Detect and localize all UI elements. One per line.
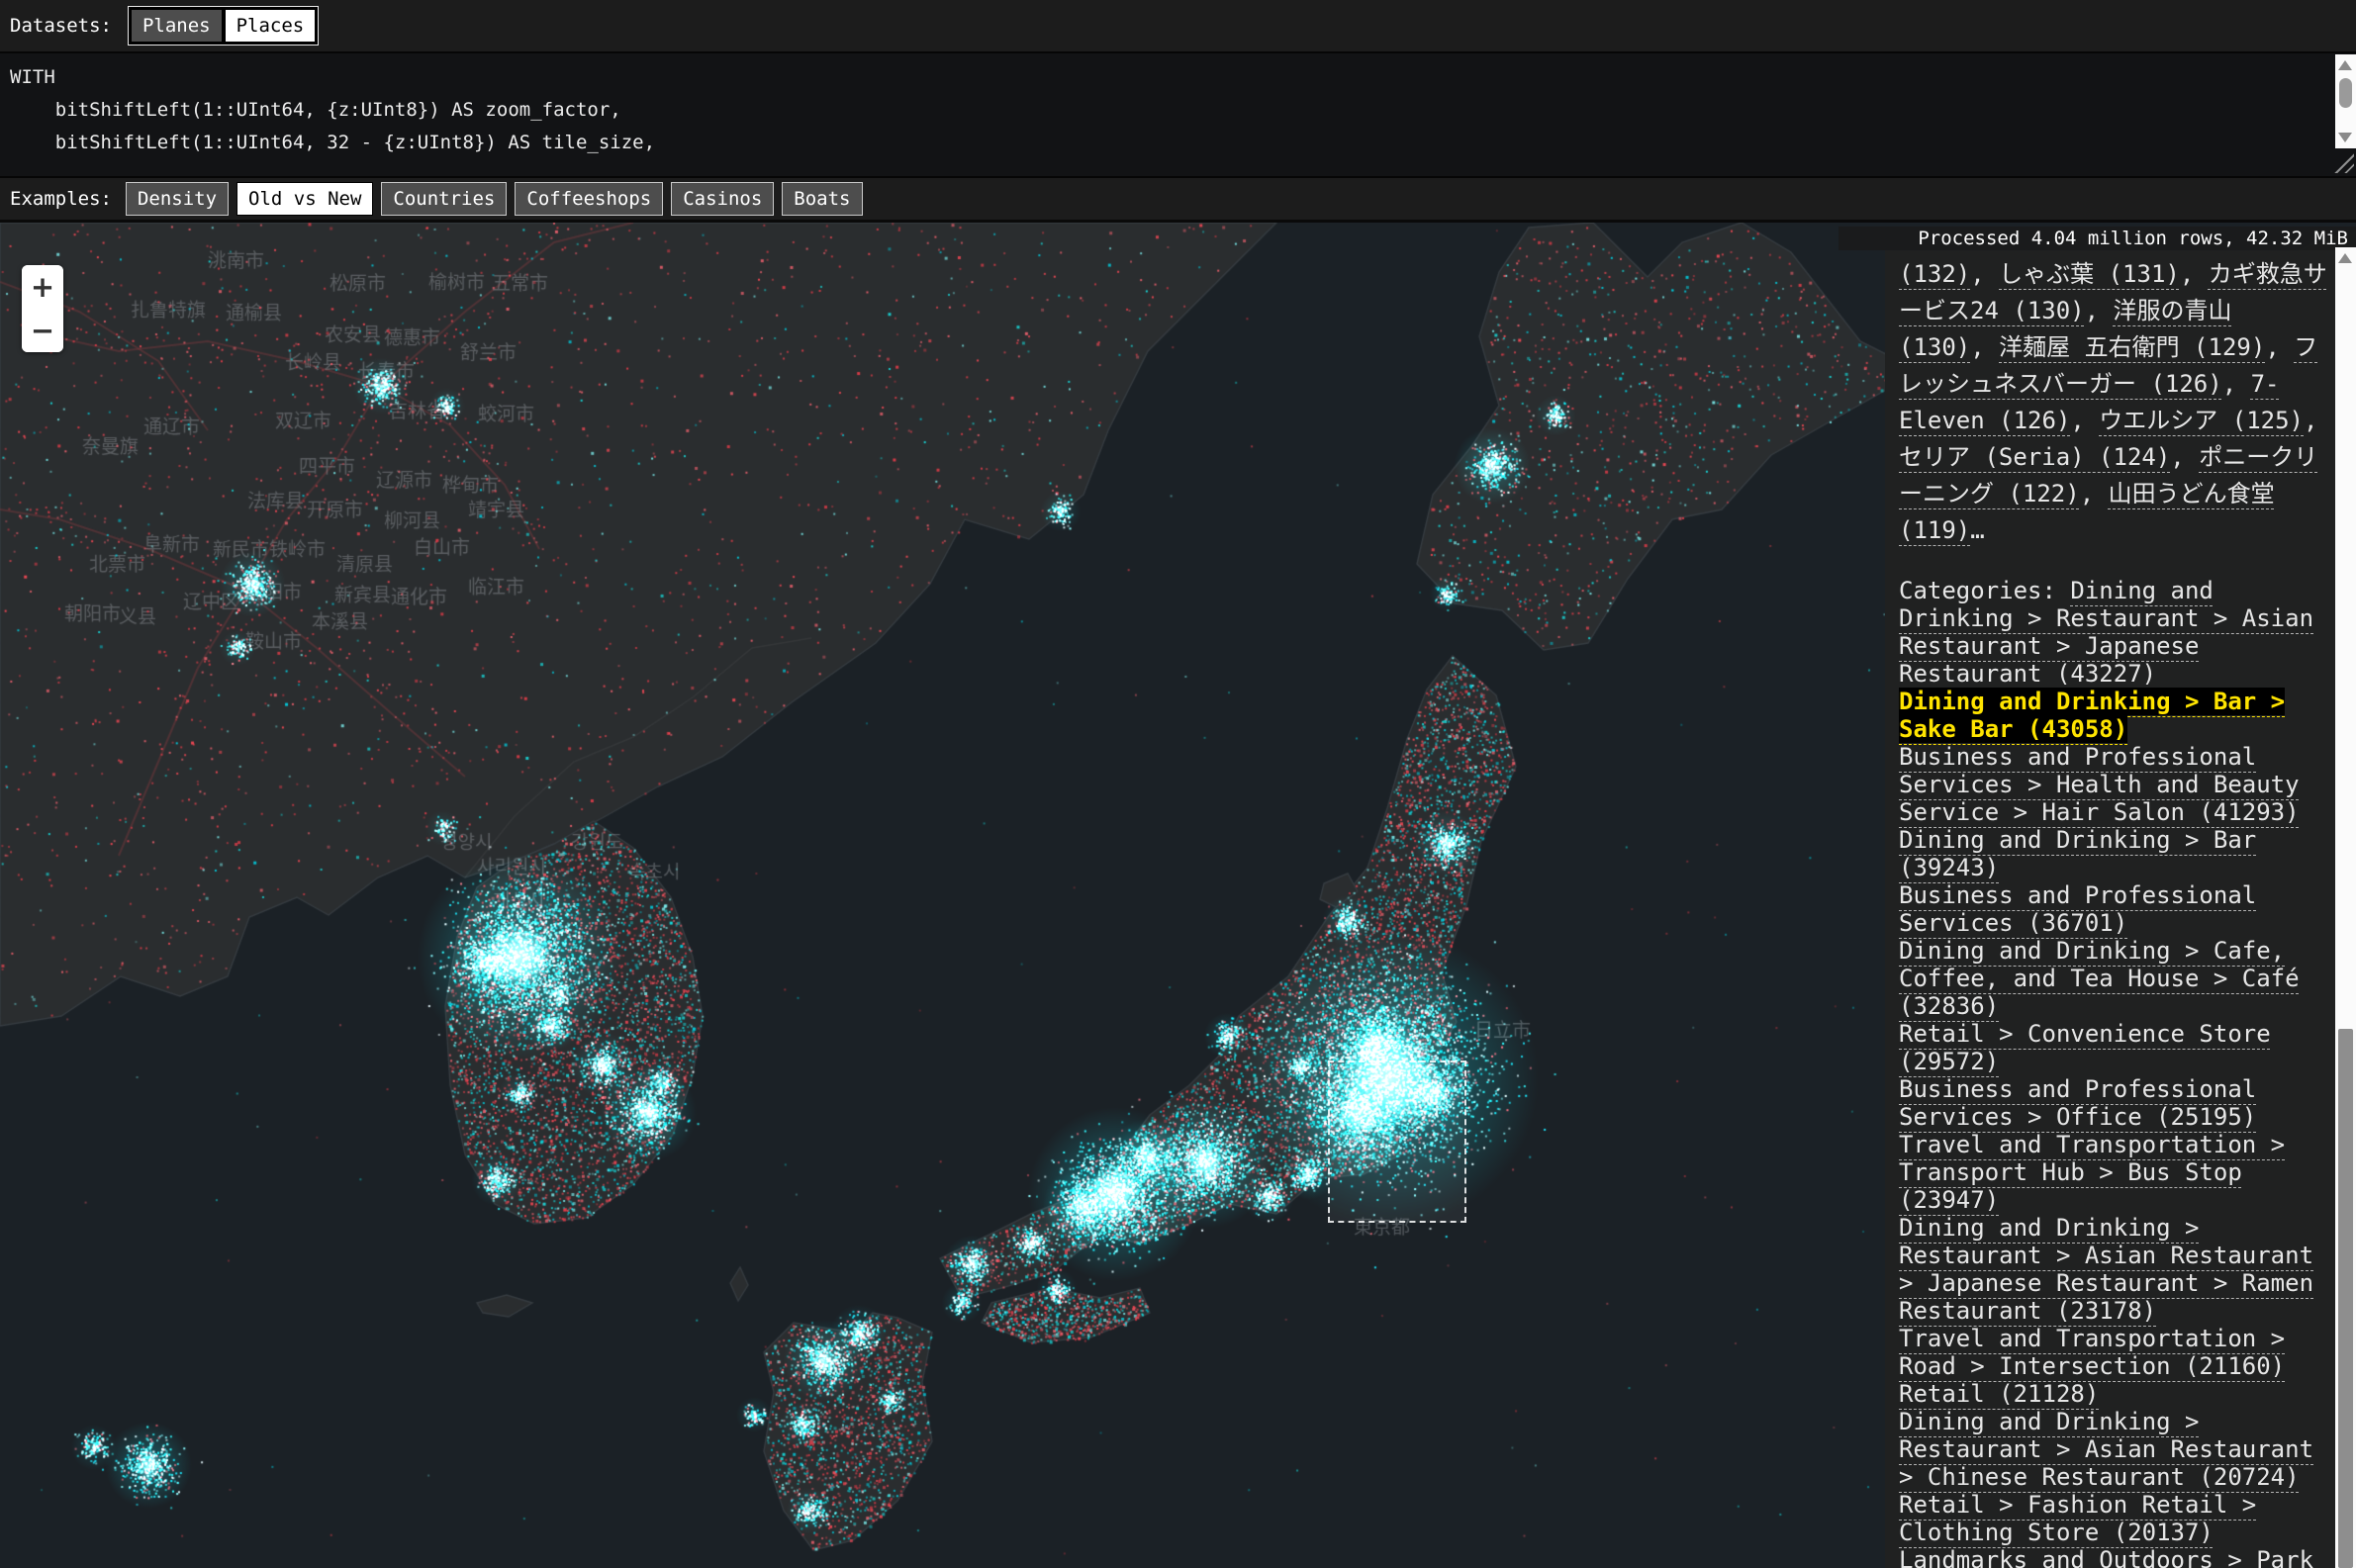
category-item[interactable]: Dining and Drinking > Restaurant > Asian…	[1899, 1214, 2313, 1325]
brand-item[interactable]: (132)	[1899, 260, 1970, 288]
dataset-button-planes[interactable]: Planes	[132, 10, 222, 43]
category-item[interactable]: Retail > Fashion Retail > Clothing Store…	[1899, 1491, 2256, 1546]
category-item[interactable]: Dining and Drinking > Bar (39243)	[1899, 826, 2256, 881]
scroll-down-arrow-icon[interactable]	[2338, 133, 2352, 142]
sql-query-text[interactable]: WITH bitShiftLeft(1::UInt64, {z:UInt8}) …	[0, 53, 2356, 159]
sidebar-scrollbar[interactable]	[2335, 247, 2356, 1568]
example-switcher: DensityOld vs NewCountriesCoffeeshopsCas…	[126, 182, 863, 217]
brand-item[interactable]: セリア (Seria) (124)	[1899, 443, 2170, 471]
sql-editor[interactable]: WITH bitShiftLeft(1::UInt64, {z:UInt8}) …	[0, 51, 2356, 178]
sql-editor-scrollbar[interactable]	[2335, 54, 2356, 148]
category-item[interactable]: Travel and Transportation > Transport Hu…	[1899, 1131, 2285, 1214]
brand-item[interactable]: しゃぶ葉 (131)	[1999, 260, 2180, 288]
example-button-density[interactable]: Density	[126, 182, 229, 217]
scroll-up-arrow-icon[interactable]	[2338, 253, 2352, 263]
datasets-bar: Datasets: PlanesPlaces	[0, 0, 2356, 51]
map-container[interactable]: + − Processed 4.04 million rows, 42.32 M…	[0, 223, 2356, 1568]
category-item[interactable]: Business and Professional Services (3670…	[1899, 881, 2256, 937]
sidebar-scrollbar-thumb[interactable]	[2338, 1029, 2353, 1568]
categories-list: Categories: Dining and Drinking > Restau…	[1899, 577, 2327, 1568]
query-status-text: Processed 4.04 million rows, 42.32 MiB	[1918, 228, 2348, 249]
zoom-in-button[interactable]: +	[22, 265, 63, 309]
category-item[interactable]: Dining and Drinking > Cafe, Coffee, and …	[1899, 937, 2300, 1020]
category-item[interactable]: Business and Professional Services > Off…	[1899, 1075, 2256, 1131]
brand-item[interactable]: 洋麺屋 五右衛門 (129)	[1999, 333, 2265, 361]
categories-label: Categories:	[1899, 577, 2070, 604]
category-item-highlighted[interactable]: Dining and Drinking > Bar > Sake Bar (43…	[1899, 688, 2285, 743]
example-button-old-vs-new[interactable]: Old vs New	[236, 182, 373, 217]
category-item[interactable]: Retail (21128)	[1899, 1380, 2099, 1408]
brands-list: (132), しゃぶ葉 (131), カギ救急サービス24 (130), 洋服の…	[1899, 256, 2327, 549]
example-button-boats[interactable]: Boats	[782, 182, 862, 217]
example-button-casinos[interactable]: Casinos	[671, 182, 774, 217]
query-status-bar: Processed 4.04 million rows, 42.32 MiB	[1838, 227, 2356, 250]
category-item[interactable]: Business and Professional Services > Hea…	[1899, 743, 2300, 826]
examples-label: Examples:	[10, 188, 112, 210]
example-button-coffeeshops[interactable]: Coffeeshops	[515, 182, 663, 217]
category-item[interactable]: Landmarks and Outdoors > Park (19498)	[1899, 1546, 2313, 1568]
sql-scrollbar-thumb[interactable]	[2339, 78, 2352, 108]
dataset-switcher: PlanesPlaces	[128, 6, 319, 46]
examples-bar: Examples: DensityOld vs NewCountriesCoff…	[0, 178, 2356, 223]
brand-item[interactable]: ウエルシア (125)	[2099, 407, 2304, 434]
category-item[interactable]: Retail > Convenience Store (29572)	[1899, 1020, 2271, 1075]
dataset-button-places[interactable]: Places	[226, 10, 316, 43]
tile-selection-rectangle	[1328, 1061, 1466, 1223]
category-item[interactable]: Travel and Transportation > Road > Inter…	[1899, 1325, 2285, 1380]
scroll-up-arrow-icon[interactable]	[2338, 60, 2352, 70]
map-zoom-control: + −	[22, 265, 63, 352]
datasets-label: Datasets:	[10, 15, 112, 37]
zoom-out-button[interactable]: −	[22, 309, 63, 352]
results-sidebar[interactable]: (132), しゃぶ葉 (131), カギ救急サービス24 (130), 洋服の…	[1885, 250, 2335, 1568]
sidebar-spacer	[1899, 549, 2327, 577]
category-item[interactable]: Dining and Drinking > Restaurant > Asian…	[1899, 1408, 2313, 1491]
example-button-countries[interactable]: Countries	[381, 182, 507, 217]
